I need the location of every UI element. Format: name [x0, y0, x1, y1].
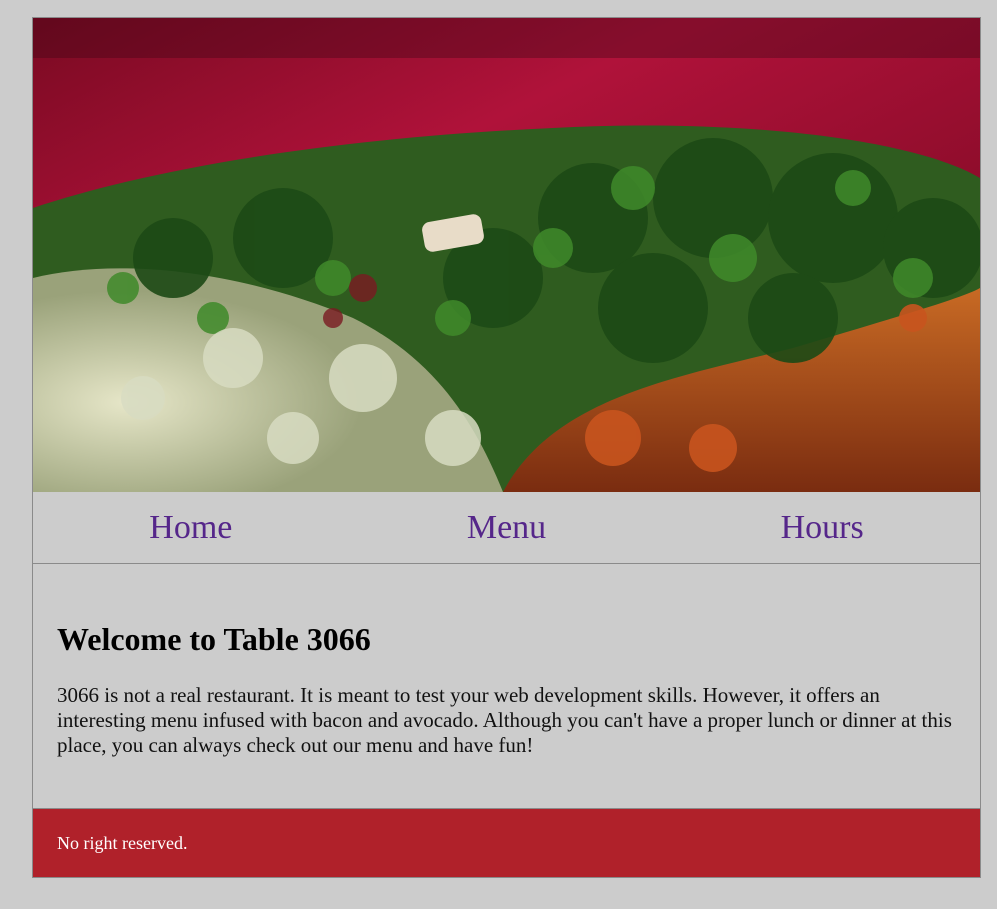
nav-link-menu[interactable]: Menu [349, 492, 665, 563]
hero-food-photo [33, 18, 980, 492]
nav-link-hours[interactable]: Hours [664, 492, 980, 563]
page-container: Home Menu Hours Welcome to Table 3066 30… [32, 17, 981, 878]
footer: No right reserved. [33, 809, 980, 877]
footer-text: No right reserved. [57, 832, 188, 853]
hero-image [33, 18, 980, 492]
page-title: Welcome to Table 3066 [57, 621, 371, 657]
intro-paragraph: 3066 is not a real restaurant. It is mea… [57, 683, 952, 757]
nav-link-home[interactable]: Home [33, 492, 349, 563]
main-navigation: Home Menu Hours [33, 492, 980, 564]
main-content: Welcome to Table 3066 3066 is not a real… [33, 564, 980, 809]
